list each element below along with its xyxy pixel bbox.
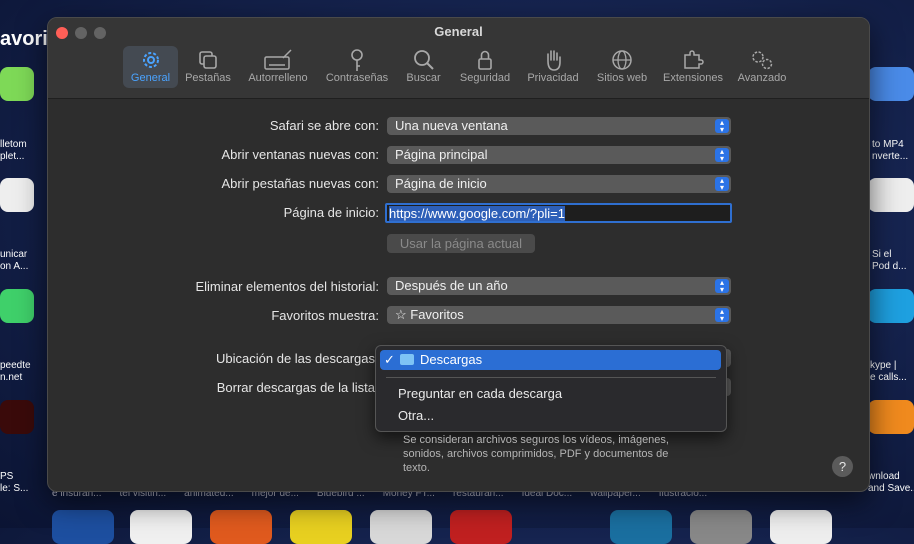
bg-app-label: unicar on A... <box>0 249 29 272</box>
tabs-icon <box>199 51 217 69</box>
bg-app-label: kype | e calls... <box>870 360 907 383</box>
tab-autofill[interactable]: Autorrelleno <box>243 46 313 88</box>
lock-icon <box>478 50 492 70</box>
checkmark-icon: ✓ <box>384 352 395 367</box>
bg-app-tile[interactable] <box>0 400 34 434</box>
tab-label: Autorrelleno <box>248 72 308 84</box>
homepage-field[interactable]: https://www.google.com/?pli=1 <box>385 203 732 223</box>
folder-icon <box>400 354 414 365</box>
bg-dock-tile[interactable] <box>370 510 432 544</box>
bg-dock-tile[interactable] <box>210 510 272 544</box>
key-icon <box>351 49 363 71</box>
tab-tabs[interactable]: Pestañas <box>182 46 234 88</box>
popup-value: Después de un año <box>395 278 508 293</box>
chevron-updown-icon: ▴ ▾ <box>715 279 729 294</box>
bg-app-tile[interactable] <box>0 67 34 101</box>
bg-app-label: to MP4 nverte... <box>872 139 909 162</box>
safari-opens-popup[interactable]: Una nueva ventana ▴ ▾ <box>387 117 731 135</box>
tab-search[interactable]: Buscar <box>401 46 446 88</box>
safari-opens-label: Safari se abre con: <box>269 118 379 133</box>
favorites-label: Favoritos muestra: <box>271 308 379 323</box>
tab-websites[interactable]: Sitios web <box>591 46 653 88</box>
window-title: General <box>434 24 483 39</box>
menu-item-downloads-selected[interactable]: ✓ Descargas <box>380 350 721 370</box>
chevron-updown-icon: ▴ ▾ <box>715 308 729 323</box>
downloads-dropdown-menu: ✓ Descargas Preguntar en cada descarga O… <box>375 345 727 432</box>
tab-label: Contraseñas <box>325 72 389 84</box>
bg-app-tile[interactable] <box>868 178 914 212</box>
homepage-value: https://www.google.com/?pli=1 <box>389 206 565 221</box>
tab-privacy[interactable]: Privacidad <box>521 46 585 88</box>
new-windows-label: Abrir ventanas nuevas con: <box>221 147 379 162</box>
magnifier-icon <box>413 50 434 70</box>
history-popup[interactable]: Después de un año ▴ ▾ <box>387 277 731 295</box>
tab-label: Avanzado <box>737 72 787 84</box>
bg-dock-tile[interactable] <box>52 510 114 544</box>
tab-general[interactable]: General <box>123 46 178 88</box>
tab-label: Privacidad <box>527 72 579 84</box>
downloads-location-label: Ubicación de las descargas <box>216 351 375 366</box>
new-tabs-popup[interactable]: Página de inicio ▴ ▾ <box>387 175 731 193</box>
chevron-updown-icon: ▴ ▾ <box>715 119 729 134</box>
bg-app-tile[interactable] <box>868 289 914 323</box>
tab-label: Buscar <box>406 72 441 84</box>
homepage-label: Página de inicio: <box>283 205 379 220</box>
clear-downloads-label: Borrar descargas de la lista <box>216 380 375 395</box>
new-tabs-label: Abrir pestañas nuevas con: <box>221 176 379 191</box>
bg-app-label: wnload and Save... <box>868 471 914 494</box>
tab-security[interactable]: Seguridad <box>454 46 516 88</box>
tab-passwords[interactable]: Contraseñas <box>321 46 393 88</box>
use-current-page-button[interactable]: Usar la página actual <box>387 234 535 253</box>
tab-label: General <box>130 72 171 84</box>
menu-item-label: Descargas <box>420 352 483 367</box>
popup-value: Página principal <box>395 147 488 162</box>
globe-icon <box>612 50 632 70</box>
bg-app-tile[interactable] <box>868 400 914 434</box>
bg-app-label: peedte n.net <box>0 360 31 383</box>
bg-dock-tile[interactable] <box>690 510 752 544</box>
menu-item-ask-each[interactable]: Preguntar en cada descarga <box>398 386 562 401</box>
tab-extensions[interactable]: Extensiones <box>658 46 728 88</box>
gears-icon <box>752 51 773 70</box>
tab-label: Sitios web <box>596 72 648 84</box>
tab-advanced[interactable]: Avanzado <box>734 46 790 88</box>
pencil-keyboard-icon <box>264 49 292 70</box>
tab-label: Pestañas <box>185 72 231 84</box>
new-windows-popup[interactable]: Página principal ▴ ▾ <box>387 146 731 164</box>
popup-value: Una nueva ventana <box>395 118 508 133</box>
menu-separator <box>386 377 716 378</box>
safe-files-note: Se consideran archivos seguros los vídeo… <box>403 434 669 474</box>
bg-app-tile[interactable] <box>0 289 34 323</box>
hand-icon <box>547 50 561 71</box>
chevron-updown-icon: ▴ ▾ <box>715 148 729 163</box>
popup-value: ☆ Favoritos <box>395 307 464 322</box>
bg-app-tile[interactable] <box>0 178 34 212</box>
bg-app-label: lletom plet... <box>0 139 27 162</box>
bg-app-tile[interactable] <box>868 67 914 101</box>
bg-dock-tile[interactable] <box>610 510 672 544</box>
bg-dock-tile[interactable] <box>450 510 512 544</box>
tab-label: Seguridad <box>459 72 511 84</box>
bg-dock-tile[interactable] <box>770 510 832 544</box>
chevron-updown-icon: ▴ ▾ <box>715 177 729 192</box>
favorites-popup[interactable]: ☆ Favoritos ▴ ▾ <box>387 306 731 324</box>
bg-app-label: Si el Pod d... <box>872 249 907 272</box>
tab-label: Extensiones <box>663 72 723 84</box>
bg-dock-tile[interactable] <box>130 510 192 544</box>
history-label: Eliminar elementos del historial: <box>195 279 379 294</box>
bg-dock-tile[interactable] <box>290 510 352 544</box>
bg-app-label: PS le: S... <box>0 471 29 494</box>
gear-icon <box>142 52 159 68</box>
help-button[interactable]: ? <box>832 456 853 477</box>
toolbar: General General Pestañas Autorrelleno Co… <box>48 18 869 99</box>
puzzle-icon <box>684 50 704 69</box>
popup-value: Página de inicio <box>395 176 487 191</box>
menu-item-other[interactable]: Otra... <box>398 408 434 423</box>
